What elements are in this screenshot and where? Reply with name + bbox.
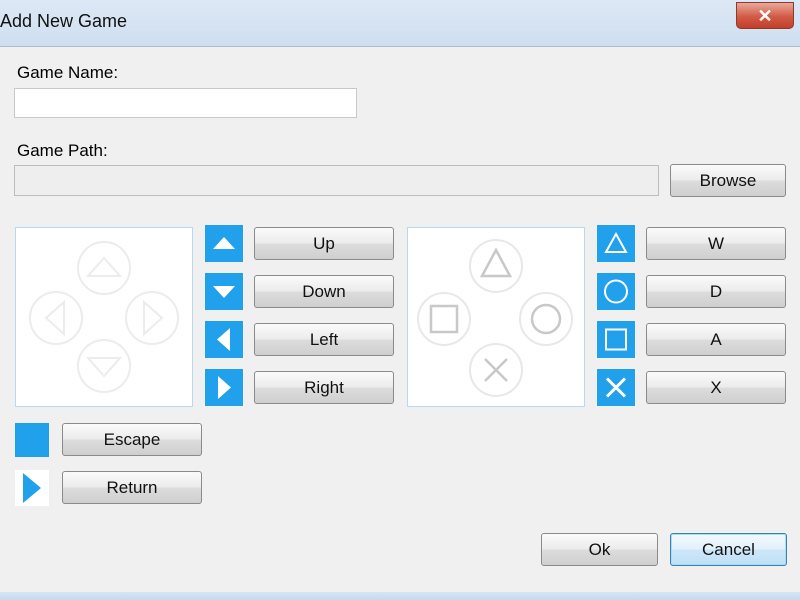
game-name-label: Game Name: (17, 63, 119, 82)
cancel-button[interactable]: Cancel (670, 533, 787, 566)
dpad-up-icon (205, 225, 243, 262)
cross-binding-button[interactable]: X (646, 371, 786, 404)
dpad-right-icon (205, 369, 243, 406)
close-button[interactable]: ✕ (736, 2, 794, 29)
right-binding-button[interactable]: Right (254, 371, 394, 404)
up-binding-button[interactable]: Up (254, 227, 394, 260)
cross-icon (597, 369, 635, 406)
dpad-outline-icon (29, 241, 179, 393)
square-icon (597, 321, 635, 358)
face-buttons-outline-icon (417, 239, 573, 397)
square-block-icon (15, 423, 49, 457)
triangle-binding-button[interactable]: W (646, 227, 786, 260)
dpad-preview-panel (15, 227, 193, 407)
face-buttons-preview-panel (407, 227, 585, 407)
game-path-label: Game Path: (17, 141, 108, 160)
square-binding-button[interactable]: A (646, 323, 786, 356)
play-arrow-icon (15, 470, 49, 506)
title-bar: Add New Game ✕ (0, 0, 800, 47)
triangle-icon (597, 225, 635, 262)
window-bottom-frame (0, 592, 800, 600)
window-title: Add New Game (0, 11, 128, 31)
left-binding-button[interactable]: Left (254, 323, 394, 356)
down-binding-button[interactable]: Down (254, 275, 394, 308)
game-path-input[interactable] (14, 165, 659, 196)
circle-icon (597, 273, 635, 310)
ok-button[interactable]: Ok (541, 533, 658, 566)
return-binding-button[interactable]: Return (62, 471, 202, 504)
dpad-left-icon (205, 321, 243, 358)
browse-button[interactable]: Browse (670, 164, 786, 197)
circle-binding-button[interactable]: D (646, 275, 786, 308)
dpad-down-icon (205, 273, 243, 310)
add-new-game-dialog: Add New Game ✕ Game Name: Game Path: Bro… (0, 0, 800, 600)
escape-binding-button[interactable]: Escape (62, 423, 202, 456)
game-name-input[interactable] (14, 88, 357, 118)
